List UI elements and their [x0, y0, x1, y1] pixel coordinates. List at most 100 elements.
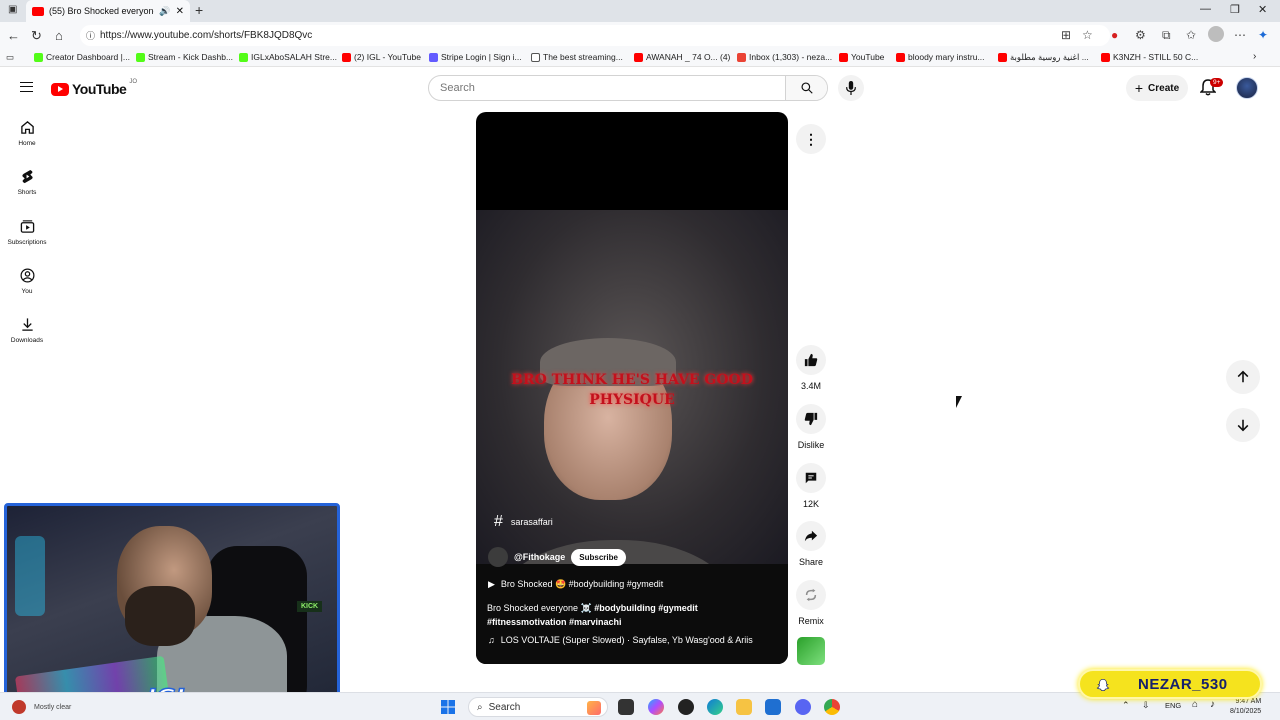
wifi-icon[interactable]: ⌂ — [1192, 699, 1198, 710]
sidebar-item-shorts[interactable]: Shorts — [0, 169, 54, 213]
url-field[interactable]: ⓘ https://www.youtube.com/shorts/FBK8JQD… — [80, 25, 1110, 46]
bookmark-item[interactable]: YouTube — [839, 52, 884, 62]
sidebar-item-home[interactable]: Home — [0, 120, 54, 164]
voice-search-button[interactable] — [838, 75, 864, 101]
snapchat-ghost-icon — [1096, 678, 1110, 692]
store-icon[interactable] — [765, 699, 781, 715]
subscriptions-icon — [20, 220, 34, 233]
bookmark-item[interactable]: K3NZH - STILL 50 C... — [1101, 52, 1198, 62]
short-title-row[interactable]: ▶ Bro Shocked 🤩 #bodybuilding #gymedit — [488, 579, 663, 590]
split-screen-icon[interactable]: ⧉ — [1162, 28, 1171, 43]
weather-icon[interactable] — [12, 700, 26, 714]
youtube-icon — [634, 52, 643, 62]
extensions-icon[interactable]: ⚙ — [1135, 28, 1146, 42]
description-hashtags[interactable]: #fitnessmotivation #marvinachi — [487, 617, 622, 627]
chrome-icon[interactable] — [824, 699, 840, 715]
sidebar-item-subscriptions[interactable]: Subscriptions — [0, 219, 54, 263]
windows-start-icon[interactable] — [440, 699, 456, 715]
bookmark-item[interactable]: اغنية روسية مطلوبة ... — [998, 52, 1089, 63]
edge-icon[interactable] — [707, 699, 723, 715]
snapchat-handle: NEZAR_530 — [1138, 676, 1228, 693]
like-button[interactable] — [796, 345, 826, 375]
music-row[interactable]: ♫ LOS VOLTAJE (Super Slowed) · Sayfalse,… — [488, 635, 753, 645]
menu-dots-icon[interactable]: ⋯ — [1234, 28, 1246, 42]
share-button[interactable] — [796, 521, 826, 551]
browser-tab-active[interactable]: (55) Bro Shocked everyone 🔊 ✕ — [26, 0, 190, 22]
bookmark-item[interactable]: bloody mary instru... — [896, 52, 985, 62]
audio-icon[interactable]: 🔊 — [159, 6, 170, 17]
mouse-cursor-icon — [956, 396, 962, 408]
volume-icon[interactable]: ♪ — [1210, 699, 1215, 710]
comments-action: 12K — [793, 463, 829, 509]
weather-text[interactable]: Mostly clear — [34, 704, 71, 711]
favorites-icon[interactable]: ✩ — [1186, 28, 1196, 42]
bookmark-item[interactable]: (2) IGL - YouTube — [342, 52, 421, 62]
youtube-logo-icon — [51, 82, 69, 96]
play-icon: ▶ — [488, 579, 495, 589]
create-button[interactable]: + Create — [1126, 75, 1188, 101]
description-hashtags[interactable]: #bodybuilding #gymedit — [594, 603, 698, 613]
bookmarks-icon[interactable]: ▭ — [6, 52, 14, 63]
comments-button[interactable] — [796, 463, 826, 493]
bookmark-item[interactable]: IGLxAboSALAH Stre... — [239, 52, 337, 62]
arrow-down-icon — [1237, 419, 1249, 432]
refresh-icon[interactable]: ↻ — [31, 28, 42, 44]
new-tab-icon[interactable]: + — [195, 2, 203, 18]
bookmark-item[interactable]: Stream - Kick Dashb... — [136, 52, 233, 62]
obs-icon[interactable] — [678, 699, 694, 715]
hashtag-chip[interactable]: # sarasaffari — [494, 513, 553, 531]
channel-avatar[interactable] — [488, 547, 508, 567]
profile-icon[interactable] — [1208, 26, 1224, 42]
logo-text: YouTube — [72, 81, 127, 97]
previous-short-button[interactable] — [1226, 360, 1260, 394]
window-close-icon[interactable]: ✕ — [1258, 3, 1267, 16]
remix-button[interactable] — [796, 580, 826, 610]
taskbar-clock[interactable]: 9:47 AM 8/10/2025 — [1230, 697, 1261, 717]
app-install-icon[interactable]: ⊞ — [1061, 28, 1071, 42]
search-input[interactable] — [429, 76, 785, 100]
account-avatar[interactable] — [1236, 77, 1258, 99]
bookmark-item[interactable]: Stripe Login | Sign i... — [429, 52, 522, 62]
copilot-taskbar-icon[interactable] — [648, 699, 664, 715]
opera-icon[interactable]: ● — [1111, 28, 1118, 42]
favorite-star-icon[interactable]: ☆ — [1082, 28, 1093, 42]
next-short-button[interactable] — [1226, 408, 1260, 442]
network-tray-icon[interactable]: ⇩ — [1142, 700, 1150, 711]
dislike-button[interactable] — [796, 404, 826, 434]
webcam-overlay: KICK IGL — [4, 503, 340, 707]
short-video-player[interactable]: BRO THINK HE'S HAVE GOOD PHYSIQUE # sara… — [476, 112, 788, 664]
more-options-button[interactable]: ⋮ — [796, 124, 826, 154]
tray-chevron-icon[interactable]: ⌃ — [1122, 700, 1130, 711]
tab-close-icon[interactable]: ✕ — [176, 6, 184, 17]
remix-action: Remix — [793, 580, 829, 626]
bookmarks-more-icon[interactable]: › — [1253, 51, 1256, 62]
language-indicator[interactable]: ENG — [1165, 701, 1181, 710]
copilot-icon[interactable]: ✦ — [1258, 28, 1268, 42]
site-info-icon[interactable]: ⓘ — [86, 29, 95, 42]
taskbar-search[interactable]: ⌕ Search — [468, 697, 608, 717]
minimize-icon[interactable]: — — [1200, 3, 1211, 15]
tab-actions-icon[interactable]: ▣ — [8, 4, 17, 15]
address-bar-row: ← ↻ ⌂ ⓘ https://www.youtube.com/shorts/F… — [0, 22, 1280, 49]
sound-thumbnail[interactable] — [797, 637, 825, 665]
search-button[interactable] — [785, 76, 827, 100]
subscribe-button[interactable]: Subscribe — [571, 548, 626, 566]
bookmark-item[interactable]: The best streaming... — [531, 52, 623, 62]
bookmark-item[interactable]: Inbox (1,303) - neza... — [737, 52, 832, 62]
file-explorer-icon[interactable] — [736, 699, 752, 715]
snapchat-handle-badge: NEZAR_530 — [1078, 669, 1262, 699]
bookmark-item[interactable]: AWANAH _ 74 O... (4) — [634, 52, 730, 62]
task-view-icon[interactable] — [618, 699, 634, 715]
menu-hamburger-icon[interactable] — [20, 82, 33, 92]
home-browser-icon[interactable]: ⌂ — [55, 28, 63, 43]
sidebar-item-downloads[interactable]: Downloads — [0, 317, 54, 361]
bookmark-item[interactable]: Creator Dashboard |... — [34, 52, 130, 62]
channel-name[interactable]: @Fithokage — [514, 552, 565, 562]
restore-icon[interactable]: ❐ — [1230, 3, 1240, 16]
share-arrow-icon — [804, 530, 818, 542]
youtube-logo[interactable]: YouTube JO — [51, 79, 137, 97]
discord-icon[interactable] — [795, 699, 811, 715]
back-icon[interactable]: ← — [7, 28, 20, 43]
sidebar-item-you[interactable]: You — [0, 268, 54, 312]
vertical-dots-icon: ⋮ — [804, 130, 818, 147]
